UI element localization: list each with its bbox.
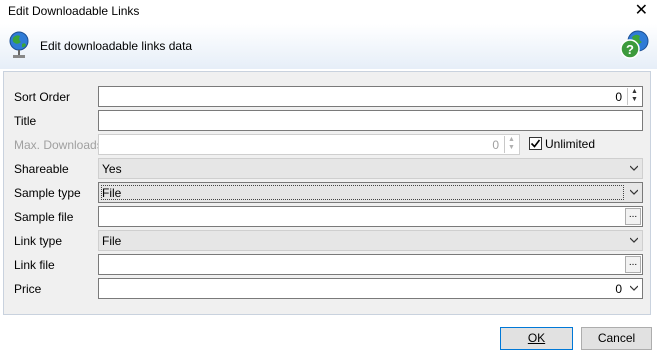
- chevron-down-icon: [630, 189, 638, 195]
- row-link-file: Link file ...: [4, 254, 650, 276]
- link-type-label: Link type: [14, 234, 63, 248]
- ok-button[interactable]: OK: [500, 327, 573, 350]
- sample-file-input[interactable]: ...: [98, 206, 643, 227]
- row-sort-order: Sort Order 0 ▲ ▼: [4, 86, 650, 108]
- focus-rectangle: [101, 185, 624, 200]
- max-downloads-value: 0: [492, 138, 499, 152]
- link-type-value: File: [102, 234, 122, 248]
- row-sample-file: Sample file ...: [4, 206, 650, 228]
- dialog-subtitle: Edit downloadable links data: [40, 39, 193, 53]
- price-label: Price: [14, 282, 42, 296]
- ok-button-label: OK: [527, 331, 546, 345]
- sort-order-label: Sort Order: [14, 90, 71, 104]
- link-type-select[interactable]: File: [98, 230, 643, 251]
- chevron-down-icon: [630, 237, 638, 243]
- chevron-down-icon[interactable]: [630, 284, 638, 292]
- sample-file-label: Sample file: [14, 210, 74, 224]
- close-icon[interactable]: ✕: [635, 1, 648, 21]
- row-link-type: Link type File: [4, 230, 650, 252]
- shareable-select[interactable]: Yes: [98, 158, 643, 179]
- max-downloads-spin[interactable]: ▲ ▼: [504, 136, 518, 153]
- globe-icon: [9, 31, 29, 58]
- check-icon: [530, 139, 541, 148]
- shareable-label: Shareable: [14, 162, 69, 176]
- link-file-input[interactable]: ...: [98, 254, 643, 275]
- title-input[interactable]: [98, 110, 643, 131]
- row-max-downloads: Max. Downloads 0 ▲ ▼ Unlimited: [4, 134, 650, 156]
- title-label: Title: [14, 114, 37, 128]
- svg-text:?: ?: [626, 42, 634, 57]
- price-value: 0: [615, 282, 622, 296]
- chevron-down-icon: [630, 165, 638, 171]
- max-downloads-label: Max. Downloads: [14, 138, 103, 152]
- sample-type-label: Sample type: [14, 186, 81, 200]
- title-bar: Edit Downloadable Links ✕: [0, 0, 657, 24]
- row-sample-type: Sample type File: [4, 182, 650, 204]
- max-downloads-stepper[interactable]: 0 ▲ ▼: [98, 134, 520, 155]
- price-input[interactable]: 0: [98, 278, 643, 299]
- row-price: Price 0: [4, 278, 650, 300]
- link-file-browse-button[interactable]: ...: [625, 256, 641, 273]
- sort-order-value: 0: [615, 90, 622, 104]
- cancel-button[interactable]: Cancel: [581, 327, 652, 350]
- form-panel: Sort Order 0 ▲ ▼ Title Max. Downloads 0 ▲…: [3, 71, 651, 315]
- sample-type-select[interactable]: File: [98, 182, 643, 203]
- unlimited-label[interactable]: Unlimited: [545, 137, 595, 151]
- dialog-header: Edit downloadable links data ?: [0, 24, 657, 69]
- sort-order-stepper[interactable]: 0 ▲ ▼: [98, 86, 643, 107]
- unlimited-checkbox[interactable]: [529, 137, 542, 150]
- row-title: Title: [4, 110, 650, 132]
- sample-file-browse-button[interactable]: ...: [625, 208, 641, 225]
- row-shareable: Shareable Yes: [4, 158, 650, 180]
- window-title: Edit Downloadable Links: [8, 4, 140, 18]
- link-file-label: Link file: [14, 258, 55, 272]
- help-globe-icon[interactable]: ?: [619, 28, 651, 60]
- cancel-button-label: Cancel: [597, 331, 636, 345]
- shareable-value: Yes: [102, 162, 122, 176]
- sample-type-value: File: [102, 186, 122, 200]
- sort-order-spin[interactable]: ▲ ▼: [627, 88, 641, 105]
